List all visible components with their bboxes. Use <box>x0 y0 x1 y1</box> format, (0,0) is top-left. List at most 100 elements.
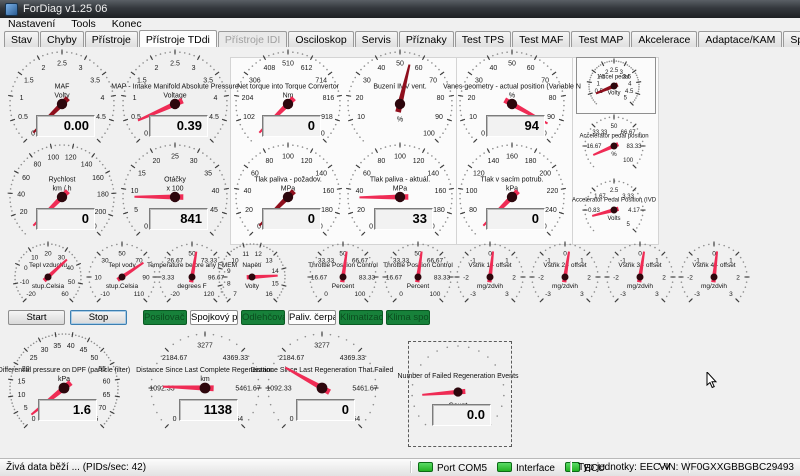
window-title: ForDiag v1.25 06 <box>23 3 107 15</box>
tab-p-stroje[interactable]: Přístroje <box>85 31 138 47</box>
svg-text:0: 0 <box>563 250 567 257</box>
button-klimatizace[interactable]: Klimatizace <box>339 310 383 325</box>
menu-item-nastaveni[interactable]: Nastavení <box>0 18 63 30</box>
svg-text:80: 80 <box>437 95 445 102</box>
tab-servis[interactable]: Servis <box>355 31 398 47</box>
gauge-map[interactable]: 00.511.522.533.544.55MAP - Intake Manifo… <box>123 52 227 156</box>
svg-text:80: 80 <box>34 162 42 169</box>
gauge-regen2[interactable]: 01092.332184.6732774369.335461.676554Dis… <box>268 334 376 442</box>
svg-text:Accelerator pedal position: Accelerator pedal position <box>579 133 648 139</box>
gauge-fmem[interactable]: -203.3326.675073.3396.67120Temperature b… <box>159 244 225 310</box>
gauge-tpc2[interactable]: 016.6733.335066.6783.33100Throttle Posit… <box>385 244 451 310</box>
ecu-unit-type: Typ jednotky: EEC-V <box>578 462 670 473</box>
svg-text:120: 120 <box>413 158 425 165</box>
gauge-tlak_poz[interactable]: 020406080100120140160180200Tlak paliva -… <box>236 145 340 249</box>
svg-text:10: 10 <box>131 188 139 195</box>
tab-osciloskop[interactable]: Osciloskop <box>288 31 353 47</box>
gauge-tlak_poz-value: 0 <box>262 208 321 230</box>
gauge-vstrik4[interactable]: -3-2-10123Vstřik 4 - offsetmg/zdvih <box>681 244 747 310</box>
gauge-rychlost[interactable]: 20406080100120140160180200220Rychlostkm … <box>10 145 114 249</box>
svg-text:Accel pedal: Accel pedal <box>598 75 629 81</box>
button-klima-spojka[interactable]: Klima spojka <box>386 310 430 325</box>
tab-p-znaky[interactable]: Příznaky <box>399 31 454 47</box>
gauge-tlak_akt-value: 33 <box>374 208 433 230</box>
svg-text:4.5: 4.5 <box>209 114 219 121</box>
svg-text:Net torque into Torque Convert: Net torque into Torque Convertor <box>237 83 339 90</box>
svg-text:12: 12 <box>255 251 263 258</box>
menu-item-tools[interactable]: Tools <box>63 18 104 30</box>
gauge-tepl_vzduchu[interactable]: -20-100102030405060Tepl vzduchustup.Cels… <box>15 244 81 310</box>
button-paliv-erpadlo[interactable]: Paliv. čerpadlo <box>288 310 336 325</box>
menu-item-konec[interactable]: Konec <box>104 18 150 30</box>
button-posilova-z-[interactable]: Posilovač říz. <box>143 310 187 325</box>
gauge-regen_km[interactable]: 01092.332184.6732774369.335461.676554Dis… <box>151 334 259 442</box>
svg-text:100: 100 <box>466 188 478 195</box>
tab-chyby[interactable]: Chyby <box>40 31 84 47</box>
svg-text:0: 0 <box>144 130 148 137</box>
gauge-accel_pos[interactable]: 16.6733.335066.6783.33100Accelerator ped… <box>585 117 643 175</box>
gauge-otacky[interactable]: 05101520253035404550Otáčkyx 100 <box>123 145 227 249</box>
svg-text:%: % <box>397 117 403 124</box>
svg-text:100: 100 <box>623 158 634 164</box>
svg-text:0: 0 <box>24 265 28 272</box>
tab-p-stroje-tddi[interactable]: Přístroje TDdi <box>139 30 217 47</box>
svg-text:4369.33: 4369.33 <box>340 355 365 362</box>
svg-text:mg/zdvih: mg/zdvih <box>552 283 578 290</box>
gauge-vstrik3[interactable]: -3-2-10123Vstřik 3 - offsetmg/zdvih <box>607 244 673 310</box>
svg-text:160: 160 <box>506 153 518 160</box>
svg-text:-2: -2 <box>538 274 544 281</box>
svg-text:-3: -3 <box>545 291 551 298</box>
gauge-vstrik1[interactable]: -3-2-10123Vstřik 1 - offsetmg/zdvih <box>457 244 523 310</box>
svg-text:20: 20 <box>152 158 160 165</box>
button-start[interactable]: Start <box>8 310 65 325</box>
gauge-imv[interactable]: 102030405060708090100Buzení IMV vent.% <box>348 52 452 156</box>
svg-text:%: % <box>611 152 617 158</box>
tab-test-tps[interactable]: Test TPS <box>455 31 511 47</box>
gauge-accel_ivd[interactable]: 0.831.672.53.334.175Accelerator Pedal Po… <box>585 181 643 239</box>
svg-text:Vanes geometry - actual positi: Vanes geometry - actual position (Variab… <box>443 83 581 90</box>
gauge-napeti[interactable]: 78910111213141516NapětíVolty <box>219 244 285 310</box>
gauge-accel_pedal[interactable]: 0.511.522.533.544.55Accel pedalVolty <box>589 61 639 111</box>
gauge-vstrik2[interactable]: -3-2-10123Vstřik 2 - offsetmg/zdvih <box>532 244 598 310</box>
gauge-tlak_akt[interactable]: 020406080100120140160180200Tlak paliva -… <box>348 145 452 249</box>
gauge-torque[interactable]: 1022043064085106127148169181020Net torqu… <box>236 52 340 156</box>
svg-text:4.5: 4.5 <box>96 114 106 121</box>
tab-test-maf[interactable]: Test MAF <box>512 31 570 47</box>
gauge-maf[interactable]: 00.511.522.533.544.55MAFVolty <box>10 52 114 156</box>
svg-text:-20: -20 <box>170 291 180 298</box>
tab-speci-l[interactable]: Speciál <box>783 31 800 47</box>
svg-text:4369.33: 4369.33 <box>223 355 248 362</box>
button-stop[interactable]: Stop <box>70 310 127 325</box>
svg-text:3: 3 <box>505 291 509 298</box>
button-odleh-ovac-ped-[interactable]: Odlehčovací ped. <box>241 310 285 325</box>
svg-text:5: 5 <box>134 207 138 214</box>
tab-bar: StavChybyPřístrojePřístroje TDdiPřístroj… <box>0 30 800 47</box>
svg-text:2: 2 <box>512 274 516 281</box>
svg-text:Number of Failed Regeneration: Number of Failed Regeneration Events <box>397 373 519 380</box>
svg-text:180: 180 <box>525 158 537 165</box>
tab-stav[interactable]: Stav <box>4 31 39 47</box>
svg-text:15: 15 <box>18 379 26 386</box>
gauge-geometry[interactable]: 0102030405060708090100Vanes geometry - a… <box>460 52 564 156</box>
gauge-tepl_vody[interactable]: -101030507090110Tepl vodystup.Celsia <box>89 244 155 310</box>
gauge-dpf[interactable]: 051015202530354045505560657075Differenti… <box>10 334 118 442</box>
gauge-tlak_saci[interactable]: 80100120140160180200220240260Tlak v sací… <box>460 145 564 249</box>
button-spojkov-ped-[interactable]: Spojkový ped. <box>190 310 238 325</box>
svg-text:40: 40 <box>489 65 497 72</box>
svg-text:1: 1 <box>133 95 137 102</box>
status-bar: Živá data běží ... (PIDs/sec: 42) Port C… <box>0 458 800 476</box>
app-icon <box>5 3 18 16</box>
svg-text:3: 3 <box>580 291 584 298</box>
svg-text:16.67: 16.67 <box>586 144 602 150</box>
tab-test-map[interactable]: Test MAP <box>571 31 630 47</box>
svg-text:30: 30 <box>58 254 66 261</box>
svg-text:50: 50 <box>118 250 126 257</box>
svg-text:0: 0 <box>399 291 403 298</box>
svg-text:Buzení IMV vent.: Buzení IMV vent. <box>373 83 426 90</box>
svg-text:160: 160 <box>323 188 335 195</box>
tab-adaptace-kam[interactable]: Adaptace/KAM <box>698 31 782 47</box>
svg-text:Rychlost: Rychlost <box>49 176 76 183</box>
gauge-tpc1[interactable]: 016.6733.335066.6783.33100Throttle Posit… <box>310 244 376 310</box>
tab-akcelerace[interactable]: Akcelerace <box>631 31 697 47</box>
svg-text:4: 4 <box>101 95 105 102</box>
